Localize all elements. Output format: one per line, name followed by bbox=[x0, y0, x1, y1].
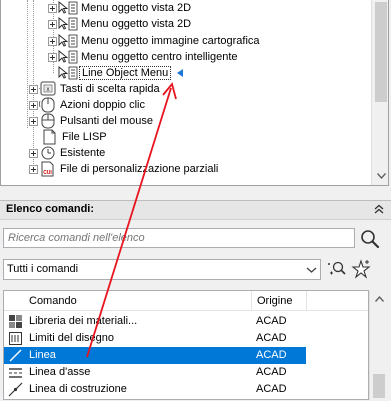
tree-item-label: Line Object Menu bbox=[79, 66, 172, 80]
expand-icon[interactable] bbox=[29, 100, 38, 110]
panel-splitter[interactable] bbox=[0, 186, 391, 200]
command-name: Libreria dei materiali... bbox=[29, 315, 138, 327]
tree-item-mouse-buttons[interactable]: Pulsanti del mouse bbox=[29, 113, 155, 129]
drawing-limits-icon bbox=[9, 332, 22, 345]
expand-icon[interactable] bbox=[48, 36, 57, 46]
command-row[interactable]: Libreria dei materiali... ACAD bbox=[4, 313, 306, 330]
shortcut-keys-icon: x bbox=[40, 81, 56, 96]
tree-item-label: Menu oggetto immagine cartografica bbox=[81, 35, 260, 47]
tree-item-menu-immagine-cartografica[interactable]: Menu oggetto immagine cartografica bbox=[48, 33, 262, 49]
collapse-chevron-icon[interactable] bbox=[373, 203, 385, 215]
marker-triangle-icon bbox=[177, 69, 184, 77]
tree-item-label: Menu oggetto vista 2D bbox=[81, 2, 192, 14]
scroll-down-arrow-icon[interactable] bbox=[372, 168, 388, 184]
material-library-icon bbox=[9, 315, 22, 328]
command-row-selected[interactable]: Linea ACAD bbox=[4, 347, 306, 364]
line-icon bbox=[9, 349, 22, 362]
tree-item-label: Menu oggetto vista 2D bbox=[81, 18, 192, 30]
command-source: ACAD bbox=[256, 332, 287, 344]
command-row[interactable]: Linea d'asse ACAD bbox=[4, 364, 306, 381]
centerline-icon bbox=[9, 368, 22, 378]
command-source: ACAD bbox=[256, 315, 287, 327]
command-list-title: Elenco comandi: bbox=[6, 203, 95, 215]
tree-item-label: Azioni doppio clic bbox=[60, 99, 145, 111]
column-header-command[interactable]: Comando bbox=[29, 295, 77, 307]
menu-node-icon bbox=[58, 34, 78, 48]
tree-item-label: File di personalizzazione parziali bbox=[60, 163, 219, 175]
scrollbar-thumb[interactable] bbox=[373, 374, 385, 398]
tree-item-menu-vista-2d-1[interactable]: Menu oggetto vista 2D bbox=[48, 0, 193, 16]
command-row[interactable]: Linea di costruzione ACAD bbox=[4, 381, 306, 398]
command-search-input[interactable] bbox=[8, 230, 348, 246]
dropdown-arrow-icon[interactable] bbox=[303, 260, 320, 279]
column-header-source[interactable]: Origine bbox=[257, 295, 292, 307]
tree-item-partial-cui[interactable]: CUI File di personalizzazione parziali bbox=[29, 161, 220, 177]
customization-tree[interactable]: Menu oggetto vista 2D Menu oggetto vista… bbox=[0, 0, 389, 186]
mouse-icon bbox=[41, 113, 55, 129]
command-name: Linea d'asse bbox=[29, 366, 91, 378]
tree-item-lisp-files[interactable]: File LISP bbox=[38, 129, 109, 145]
double-click-icon bbox=[39, 97, 55, 113]
menu-node-icon bbox=[58, 50, 78, 64]
tree-scrollbar[interactable] bbox=[371, 0, 388, 185]
command-search-field[interactable] bbox=[3, 228, 355, 248]
column-divider[interactable] bbox=[306, 291, 307, 311]
tree-item-line-object-menu[interactable]: Line Object Menu bbox=[57, 65, 184, 81]
command-source: ACAD bbox=[256, 366, 287, 378]
find-command-icon[interactable] bbox=[327, 259, 347, 279]
tree-item-label: Esistente bbox=[60, 147, 106, 159]
command-source: ACAD bbox=[256, 383, 287, 395]
svg-text:CUI: CUI bbox=[43, 170, 52, 176]
expand-icon[interactable] bbox=[29, 164, 38, 174]
tree-item-menu-centro-intelligente[interactable]: Menu oggetto centro intelligente bbox=[48, 49, 240, 65]
tree-item-label: Pulsanti del mouse bbox=[60, 115, 153, 127]
create-command-star-icon[interactable] bbox=[350, 259, 372, 279]
scroll-up-arrow-icon[interactable] bbox=[370, 291, 388, 307]
expand-icon[interactable] bbox=[48, 19, 57, 29]
cui-file-icon: CUI bbox=[41, 161, 54, 177]
command-name: Linea di costruzione bbox=[29, 383, 127, 395]
construction-line-icon bbox=[8, 382, 23, 397]
column-divider[interactable] bbox=[251, 291, 252, 311]
tree-item-shortcut-keys[interactable]: x Tasti di scelta rapida bbox=[29, 81, 162, 97]
command-filter-value: Tutti i comandi bbox=[7, 263, 79, 275]
svg-text:x: x bbox=[47, 87, 50, 93]
scrollbar-thumb[interactable] bbox=[375, 2, 387, 102]
tree-item-label: File LISP bbox=[62, 131, 107, 143]
tree-item-legacy[interactable]: Esistente bbox=[29, 145, 107, 161]
menu-node-icon bbox=[58, 17, 78, 31]
expand-icon[interactable] bbox=[29, 116, 38, 126]
expand-icon[interactable] bbox=[29, 84, 38, 94]
expand-icon[interactable] bbox=[48, 3, 57, 13]
expand-icon[interactable] bbox=[29, 148, 38, 158]
command-source: ACAD bbox=[256, 349, 287, 361]
expand-icon[interactable] bbox=[48, 52, 57, 62]
command-row[interactable]: Limiti del disegno ACAD bbox=[4, 330, 306, 347]
menu-node-icon bbox=[58, 66, 78, 80]
command-list-scrollbar[interactable] bbox=[369, 291, 388, 400]
clock-icon bbox=[41, 146, 55, 160]
command-name: Linea bbox=[29, 349, 56, 361]
search-icon[interactable] bbox=[359, 228, 381, 250]
tree-item-label: Menu oggetto centro intelligente bbox=[81, 51, 238, 63]
tree-item-label: Tasti di scelta rapida bbox=[60, 83, 160, 95]
tree-item-menu-vista-2d-2[interactable]: Menu oggetto vista 2D bbox=[48, 16, 193, 32]
lisp-file-icon bbox=[43, 129, 56, 145]
tree-item-double-click[interactable]: Azioni doppio clic bbox=[29, 97, 147, 113]
command-name: Limiti del disegno bbox=[29, 332, 114, 344]
menu-node-icon bbox=[58, 1, 78, 15]
